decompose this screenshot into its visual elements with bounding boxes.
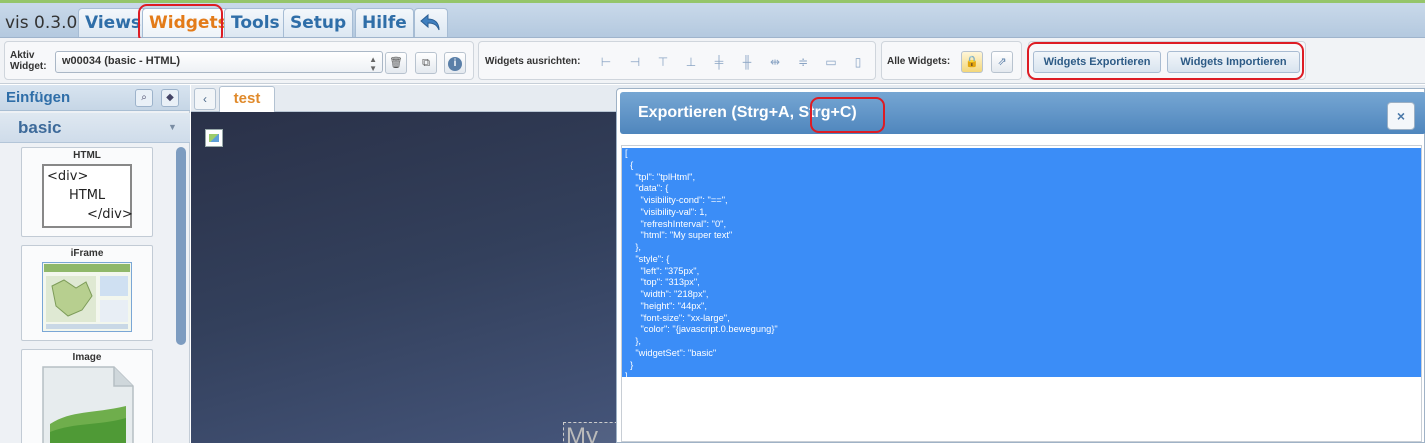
tab-tools[interactable]: Tools xyxy=(224,8,287,37)
palette-title: Einfügen xyxy=(6,89,71,106)
external-link-icon: ⇗ xyxy=(997,56,1007,68)
align-right-icon[interactable]: ⊣ xyxy=(628,55,642,69)
html-widget-preview: <div> HTML </div> xyxy=(42,164,133,228)
align-group: Widgets ausrichten: ⊢ ⊣ ⊤ ⊥ ╪ ╫ ⇹ ≑ ▭ ▯ xyxy=(478,41,876,80)
copy-icon: ⧉ xyxy=(422,57,430,69)
align-vcenter-icon[interactable]: ╪ xyxy=(712,55,726,69)
active-widget-value: w00034 (basic - HTML) xyxy=(62,55,180,67)
tab-hilfe[interactable]: Hilfe xyxy=(355,8,414,37)
view-canvas[interactable]: My xyxy=(191,112,623,443)
same-width-icon[interactable]: ▭ xyxy=(824,55,838,69)
widget-card-iframe[interactable]: iFrame xyxy=(21,245,153,341)
distribute-h-icon[interactable]: ⇹ xyxy=(768,55,782,69)
chevron-down-icon: ▼ xyxy=(168,122,177,132)
dialog-header[interactable]: Exportieren (Strg+A, Strg+C) × xyxy=(620,92,1425,134)
widget-card-title: Image xyxy=(72,352,102,363)
widget-card-html[interactable]: HTML <div> HTML </div> xyxy=(21,147,153,237)
widget-palette: Einfügen ⌕ ◆ basic ▼ HTML <div> HTML </d… xyxy=(0,85,190,443)
widget-card-title: HTML xyxy=(73,150,101,161)
lock-icon: 🔒 xyxy=(965,56,979,68)
tag-icon[interactable]: ◆ xyxy=(161,89,179,107)
distribute-v-icon[interactable]: ≑ xyxy=(796,55,810,69)
align-left-icon[interactable]: ⊢ xyxy=(599,55,613,69)
search-icon[interactable]: ⌕ xyxy=(135,89,153,107)
align-hcenter-icon[interactable]: ╫ xyxy=(740,55,754,69)
select-arrows-icon: ▲ ▼ xyxy=(369,55,377,73)
chevron-left-icon[interactable]: ‹ xyxy=(194,88,216,110)
undo-arrow-icon xyxy=(420,13,440,31)
active-widget-group: Aktiv Widget: w00034 (basic - HTML) ▲ ▼ 🗑… xyxy=(4,41,474,80)
export-import-group: Widgets Exportieren Widgets Importieren xyxy=(1028,41,1306,80)
palette-scrollbar[interactable] xyxy=(176,147,186,345)
export-textarea[interactable]: [ { "tpl": "tplHtml", "data": { "visibil… xyxy=(621,145,1422,442)
same-height-icon[interactable]: ▯ xyxy=(851,55,865,69)
tab-view-test[interactable]: test xyxy=(219,86,275,112)
preview-line: <div> xyxy=(47,169,89,184)
palette-header: Einfügen ⌕ ◆ xyxy=(0,85,190,111)
tab-views[interactable]: Views xyxy=(78,8,149,37)
tab-setup[interactable]: Setup xyxy=(283,8,354,37)
align-bottom-icon[interactable]: ⊥ xyxy=(684,55,698,69)
widgets-import-button[interactable]: Widgets Importieren xyxy=(1167,51,1300,73)
widgets-export-button[interactable]: Widgets Exportieren xyxy=(1033,51,1161,73)
all-widgets-label: Alle Widgets: xyxy=(887,56,951,67)
export-json-selected: [ { "tpl": "tplHtml", "data": { "visibil… xyxy=(622,148,1421,381)
preview-line: </div> xyxy=(87,207,133,222)
widget-info-button[interactable]: i xyxy=(444,52,466,74)
category-select[interactable]: basic ▼ xyxy=(0,113,190,143)
tab-widgets[interactable]: Widgets xyxy=(142,8,235,37)
lock-all-button[interactable]: 🔒 xyxy=(961,51,983,73)
close-icon[interactable]: × xyxy=(1387,102,1415,130)
image-file-icon xyxy=(42,366,134,443)
open-external-button[interactable]: ⇗ xyxy=(991,51,1013,73)
category-label: basic xyxy=(18,118,62,137)
align-label: Widgets ausrichten: xyxy=(485,56,581,67)
iframe-preview-image xyxy=(42,262,132,332)
active-widget-label: Aktiv Widget: xyxy=(10,50,47,72)
undo-button[interactable] xyxy=(414,8,448,37)
all-widgets-group: Alle Widgets: 🔒 ⇗ xyxy=(881,41,1022,80)
preview-line: HTML xyxy=(69,188,106,203)
main-menu-bar: vis 0.3.0 Views Widgets Tools Setup Hilf… xyxy=(0,0,1425,38)
export-dialog: Exportieren (Strg+A, Strg+C) × [ { "tpl"… xyxy=(616,88,1425,443)
align-top-icon[interactable]: ⊤ xyxy=(656,55,670,69)
active-widget-select[interactable]: w00034 (basic - HTML) ▲ ▼ xyxy=(55,51,383,73)
widget-card-image[interactable]: Image xyxy=(21,349,153,443)
dialog-title: Exportieren (Strg+A, Strg+C) xyxy=(638,104,857,121)
widget-toolbar: Aktiv Widget: w00034 (basic - HTML) ▲ ▼ 🗑… xyxy=(0,38,1425,84)
info-icon: i xyxy=(448,57,462,71)
html-widget-on-canvas[interactable]: My xyxy=(563,422,623,443)
copy-widget-button[interactable]: ⧉ xyxy=(415,52,437,74)
widget-card-title: iFrame xyxy=(70,248,104,259)
delete-widget-button[interactable]: 🗑 xyxy=(385,52,407,74)
trash-icon: 🗑 xyxy=(389,57,403,69)
app-version: vis 0.3.0 xyxy=(5,13,78,33)
broken-image-icon xyxy=(205,129,223,147)
